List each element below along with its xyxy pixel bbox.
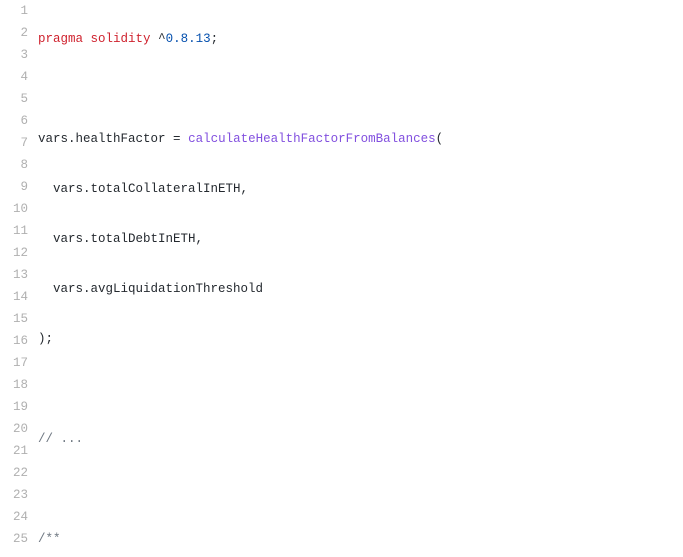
code-line: vars.avgLiquidationThreshold bbox=[38, 278, 683, 300]
expr-lhs: vars.healthFactor bbox=[38, 132, 173, 146]
version-literal: 0.8.13 bbox=[166, 32, 211, 46]
equals: = bbox=[173, 132, 181, 146]
space bbox=[151, 32, 159, 46]
line-number: 20 bbox=[0, 418, 28, 440]
line-number: 11 bbox=[0, 220, 28, 242]
keyword-pragma: pragma bbox=[38, 32, 83, 46]
space bbox=[83, 32, 91, 46]
line-number: 19 bbox=[0, 396, 28, 418]
line-number: 23 bbox=[0, 484, 28, 506]
line-number: 21 bbox=[0, 440, 28, 462]
space bbox=[181, 132, 189, 146]
line-number: 6 bbox=[0, 110, 28, 132]
line-number: 14 bbox=[0, 286, 28, 308]
line-number: 15 bbox=[0, 308, 28, 330]
line-number: 22 bbox=[0, 462, 28, 484]
line-number: 2 bbox=[0, 22, 28, 44]
line-number: 25 bbox=[0, 528, 28, 550]
code-line: vars.healthFactor = calculateHealthFacto… bbox=[38, 128, 683, 150]
code-line bbox=[38, 378, 683, 400]
line-number: 7 bbox=[0, 132, 28, 154]
line-number: 13 bbox=[0, 264, 28, 286]
line-number: 4 bbox=[0, 66, 28, 88]
line-number: 3 bbox=[0, 44, 28, 66]
line-number: 16 bbox=[0, 330, 28, 352]
line-number: 9 bbox=[0, 176, 28, 198]
code-line: vars.totalCollateralInETH, bbox=[38, 178, 683, 200]
line-number: 12 bbox=[0, 242, 28, 264]
keyword-solidity: solidity bbox=[91, 32, 151, 46]
code-line bbox=[38, 78, 683, 100]
code-line: ); bbox=[38, 328, 683, 350]
caret: ^ bbox=[158, 32, 166, 46]
comment-line: // ... bbox=[38, 428, 683, 450]
fn-call: calculateHealthFactorFromBalances bbox=[188, 132, 436, 146]
line-number: 18 bbox=[0, 374, 28, 396]
line-number: 24 bbox=[0, 506, 28, 528]
code-line: vars.totalDebtInETH, bbox=[38, 228, 683, 250]
code-line bbox=[38, 478, 683, 500]
code-editor: 1 2 3 4 5 6 7 8 9 10 11 12 13 14 15 16 1… bbox=[0, 0, 683, 557]
comment-line: /** bbox=[38, 528, 683, 550]
code-line: pragma solidity ^0.8.13; bbox=[38, 28, 683, 50]
line-number: 17 bbox=[0, 352, 28, 374]
lparen: ( bbox=[436, 132, 444, 146]
semicolon: ; bbox=[211, 32, 219, 46]
line-number: 5 bbox=[0, 88, 28, 110]
line-number: 10 bbox=[0, 198, 28, 220]
code-content[interactable]: pragma solidity ^0.8.13; vars.healthFact… bbox=[28, 0, 683, 557]
line-number-gutter: 1 2 3 4 5 6 7 8 9 10 11 12 13 14 15 16 1… bbox=[0, 0, 28, 557]
line-number: 1 bbox=[0, 0, 28, 22]
line-number: 8 bbox=[0, 154, 28, 176]
